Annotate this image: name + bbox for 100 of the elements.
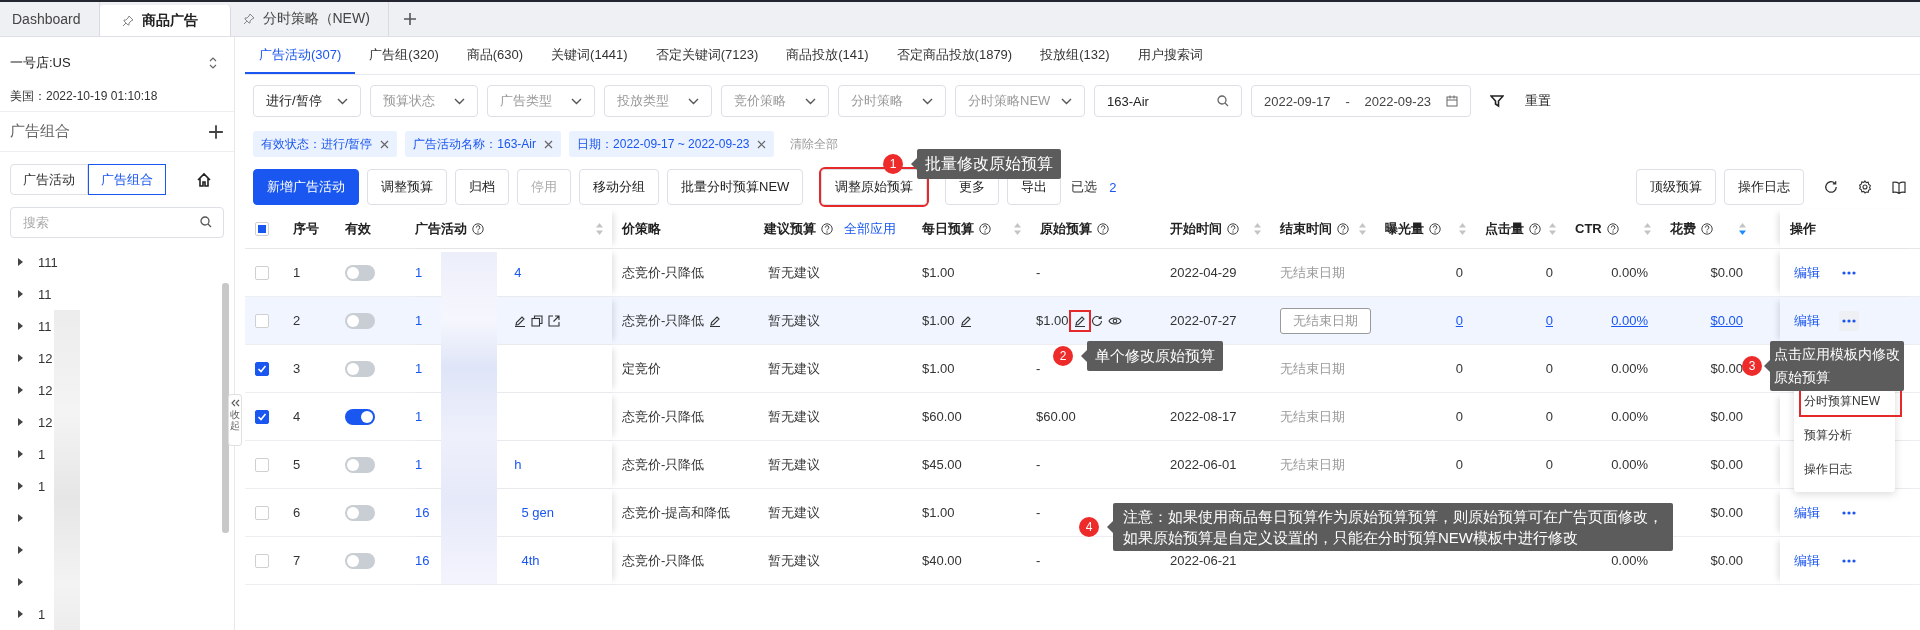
help-icon[interactable] bbox=[979, 222, 991, 235]
toggle-switch[interactable] bbox=[345, 408, 375, 425]
sort-icon[interactable] bbox=[1738, 221, 1747, 236]
toolbar-button[interactable]: 新增广告活动 bbox=[253, 169, 359, 205]
caret-right-icon[interactable] bbox=[16, 482, 24, 490]
help-icon[interactable] bbox=[1227, 222, 1239, 235]
collapse-handle[interactable]: 收起 bbox=[228, 394, 242, 446]
filter-dropdown[interactable]: 进行/暂停 bbox=[253, 85, 361, 117]
help-icon[interactable] bbox=[1529, 222, 1541, 235]
filter-tag[interactable]: 日期：2022-09-17 ~ 2022-09-23 bbox=[569, 131, 775, 157]
caret-right-icon[interactable] bbox=[16, 418, 24, 426]
campaign-link[interactable]: 5 gen bbox=[521, 505, 554, 520]
caret-right-icon[interactable] bbox=[16, 322, 24, 330]
search-field[interactable]: 163-Air bbox=[1094, 85, 1242, 117]
segment-tab[interactable]: 广告组合 bbox=[88, 164, 166, 195]
tab[interactable]: 关键词(1441) bbox=[537, 37, 642, 74]
tree-item[interactable]: 11 bbox=[38, 286, 52, 302]
toggle-switch[interactable] bbox=[345, 552, 375, 569]
tree-item[interactable]: 12 bbox=[38, 414, 53, 430]
campaign-link[interactable]: 1 bbox=[415, 313, 423, 328]
help-icon[interactable] bbox=[1606, 222, 1619, 235]
edit-link[interactable]: 编辑 bbox=[1794, 503, 1820, 522]
caret-right-icon[interactable] bbox=[16, 578, 24, 586]
campaign-link[interactable]: 1 bbox=[415, 265, 423, 280]
pencil-icon[interactable] bbox=[514, 314, 527, 327]
caret-right-icon[interactable] bbox=[16, 450, 24, 458]
toggle-switch[interactable] bbox=[345, 312, 375, 329]
book-icon[interactable] bbox=[1892, 180, 1906, 194]
caret-right-icon[interactable] bbox=[16, 546, 24, 554]
campaign-link[interactable]: 16 bbox=[415, 505, 430, 520]
tree-item[interactable]: 1 bbox=[38, 446, 46, 462]
date-range-field[interactable]: 2022-09-17 - 2022-09-23 bbox=[1251, 85, 1471, 117]
metric-link[interactable]: 0 bbox=[1455, 313, 1463, 328]
campaign-link[interactable]: 4th bbox=[521, 553, 540, 568]
add-tab-icon[interactable] bbox=[402, 12, 417, 26]
up-down-chevron-icon[interactable] bbox=[208, 56, 218, 70]
search-icon[interactable] bbox=[1217, 95, 1229, 107]
window-tab[interactable]: 商品广告 bbox=[99, 5, 231, 36]
reset-link[interactable]: 重置 bbox=[1525, 92, 1551, 110]
eye-icon[interactable] bbox=[1107, 314, 1122, 327]
toggle-switch[interactable] bbox=[345, 360, 375, 377]
tab[interactable]: 商品投放(141) bbox=[772, 37, 883, 74]
help-icon[interactable] bbox=[1701, 222, 1713, 235]
filter-tag[interactable]: 有效状态：进行/暂停 bbox=[253, 131, 398, 157]
toolbar-button[interactable]: 操作日志 bbox=[1724, 169, 1804, 205]
tree-item[interactable]: 1 bbox=[38, 478, 46, 494]
apply-all-link[interactable]: 全部应用 bbox=[844, 219, 896, 238]
tab[interactable]: 广告组(320) bbox=[355, 37, 453, 74]
tree-item[interactable]: 11 bbox=[38, 318, 52, 334]
caret-right-icon[interactable] bbox=[16, 386, 24, 394]
toggle-switch[interactable] bbox=[345, 456, 375, 473]
help-icon[interactable] bbox=[1429, 222, 1441, 235]
metric-link[interactable]: 0 bbox=[1545, 313, 1553, 328]
copy-icon[interactable] bbox=[531, 314, 544, 327]
caret-right-icon[interactable] bbox=[16, 354, 24, 362]
tab[interactable]: 用户搜索词 bbox=[1123, 37, 1217, 74]
caret-right-icon[interactable] bbox=[16, 610, 24, 618]
add-icon[interactable] bbox=[208, 123, 224, 140]
segment-tab[interactable]: 广告活动 bbox=[10, 164, 88, 195]
campaign-link[interactable]: 1 bbox=[415, 457, 423, 472]
campaign-link[interactable]: 1 bbox=[415, 361, 423, 376]
close-icon[interactable] bbox=[544, 139, 554, 149]
caret-right-icon[interactable] bbox=[16, 258, 24, 266]
help-icon[interactable] bbox=[1337, 222, 1349, 235]
tab[interactable]: 否定商品投放(1879) bbox=[882, 37, 1027, 74]
filter-tag[interactable]: 广告活动名称：163-Air bbox=[405, 131, 562, 157]
row-checkbox[interactable] bbox=[255, 409, 269, 424]
campaign-link[interactable]: 16 bbox=[415, 553, 430, 568]
row-checkbox[interactable] bbox=[255, 361, 269, 376]
search-icon[interactable] bbox=[200, 216, 212, 228]
external-link-icon[interactable] bbox=[548, 314, 561, 327]
close-icon[interactable] bbox=[757, 139, 767, 149]
metric-link[interactable]: $0.00 bbox=[1710, 313, 1743, 328]
menu-item[interactable]: 操作日志 bbox=[1794, 452, 1895, 486]
help-icon[interactable] bbox=[1097, 222, 1109, 235]
toolbar-button[interactable]: 调整预算 bbox=[367, 169, 447, 205]
help-icon[interactable] bbox=[472, 222, 484, 235]
caret-right-icon[interactable] bbox=[16, 290, 24, 298]
scrollbar[interactable] bbox=[222, 283, 229, 533]
toolbar-button[interactable]: 批量分时预算NEW bbox=[667, 169, 804, 205]
pencil-icon[interactable] bbox=[1073, 314, 1086, 327]
toolbar-button[interactable]: 移动分组 bbox=[579, 169, 659, 205]
settings-icon[interactable] bbox=[1858, 180, 1872, 194]
tree-item[interactable]: 1 bbox=[38, 606, 46, 622]
toggle-switch[interactable] bbox=[345, 264, 375, 281]
tab[interactable]: 商品(630) bbox=[452, 37, 538, 74]
campaign-link[interactable]: h bbox=[514, 457, 522, 472]
caret-right-icon[interactable] bbox=[16, 514, 24, 522]
refresh-icon[interactable] bbox=[1090, 314, 1103, 327]
tree-item[interactable]: 111 bbox=[38, 254, 58, 270]
table-row[interactable]: 2 1 态竞价-只降低 暂无建议 $1.00 $1.00 2022-07-27 无结束日期 0 0 0.00% $0.00 编辑 bbox=[245, 297, 1920, 345]
tree-item[interactable]: 12 bbox=[38, 350, 53, 366]
tree-item[interactable]: 12 bbox=[38, 382, 53, 398]
campaign-link[interactable]: 1 bbox=[415, 409, 423, 424]
search-field[interactable]: 搜索 bbox=[10, 207, 224, 238]
store-selector[interactable]: 一号店:US bbox=[10, 54, 71, 72]
tab[interactable]: 投放组(132) bbox=[1026, 37, 1124, 74]
tab[interactable]: 广告活动(307) bbox=[245, 37, 356, 74]
edit-link[interactable]: 编辑 bbox=[1794, 263, 1820, 282]
calendar-icon[interactable] bbox=[1445, 95, 1458, 107]
